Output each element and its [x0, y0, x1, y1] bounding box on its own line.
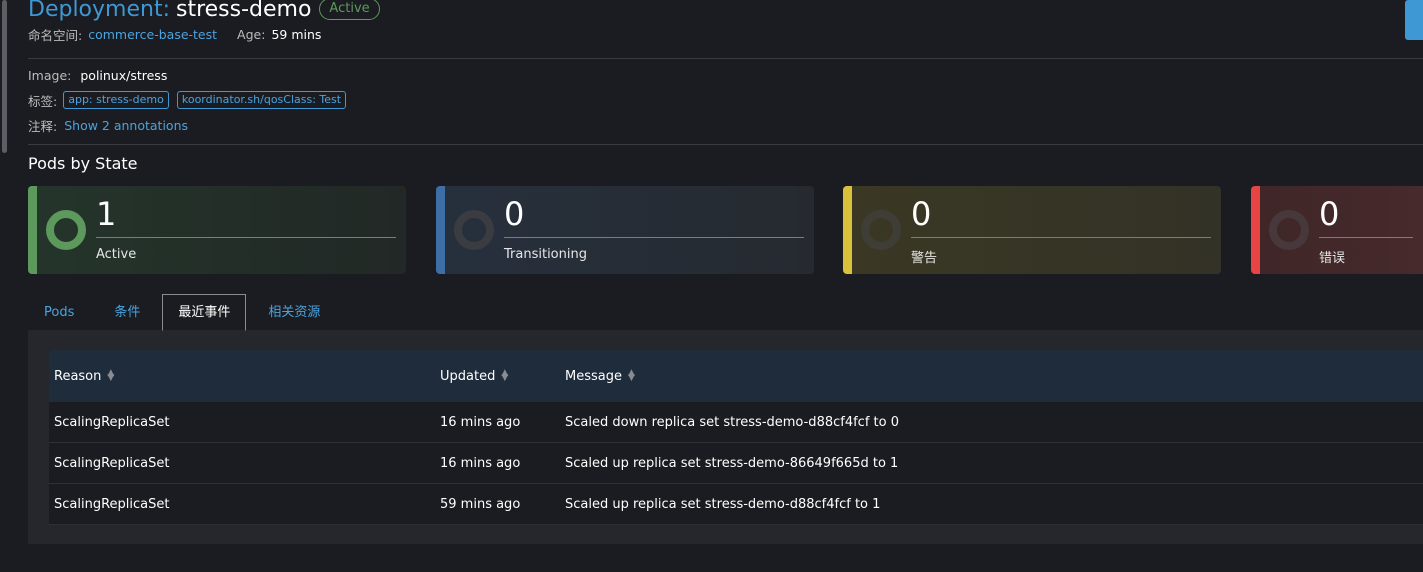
- image-value: polinux/stress: [80, 67, 168, 83]
- header-action-button[interactable]: [1405, 0, 1423, 40]
- show-annotations-link[interactable]: Show 2 annotations: [64, 118, 188, 133]
- column-updated[interactable]: Updated ▲ ▼: [440, 369, 565, 384]
- state-divider: [1319, 237, 1413, 238]
- events-table: Reason ▲ ▼ Updated ▲ ▼ Message ▲ ▼ ScalingRepl…: [49, 350, 1423, 525]
- column-reason[interactable]: Reason ▲ ▼: [49, 369, 440, 384]
- state-card-transitioning[interactable]: 0 Transitioning: [436, 186, 814, 274]
- state-divider: [911, 237, 1211, 238]
- state-count: 0: [504, 195, 525, 233]
- cell-updated: 16 mins ago: [440, 414, 521, 430]
- resource-meta: 命名空间: commerce-base-test Age: 59 mins: [28, 25, 321, 44]
- state-label: Active: [96, 247, 137, 262]
- page-title: Deployment: stress-demo Active: [28, 0, 380, 24]
- state-count: 1: [96, 195, 117, 233]
- status-badge: Active: [319, 0, 380, 20]
- tab-conditions[interactable]: 条件: [98, 294, 156, 331]
- cell-reason: ScalingReplicaSet: [54, 414, 170, 430]
- state-count: 0: [911, 195, 932, 233]
- circle-icon: [1269, 210, 1309, 250]
- sort-icon: ▲ ▼: [107, 368, 115, 383]
- image-label: Image:: [28, 67, 72, 83]
- labels-row: 标签: app: stress-demo koordinator.sh/qosC…: [28, 90, 354, 110]
- resource-name: stress-demo: [175, 0, 312, 22]
- circle-icon: [454, 210, 494, 250]
- state-label: Transitioning: [504, 247, 587, 262]
- state-stripe: [843, 186, 852, 274]
- namespace-link[interactable]: commerce-base-test: [88, 27, 217, 42]
- sort-icon: ▲ ▼: [627, 368, 635, 383]
- cell-reason: ScalingReplicaSet: [54, 455, 170, 471]
- age-label: Age:: [237, 27, 266, 42]
- scrollbar-thumb[interactable]: [2, 0, 7, 153]
- resource-kind: Deployment:: [28, 0, 170, 22]
- namespace-label: 命名空间:: [28, 28, 83, 43]
- page-scrollbar[interactable]: [0, 0, 9, 572]
- sort-icon: ▲ ▼: [501, 368, 509, 383]
- tab-related-resources[interactable]: 相关资源: [252, 294, 336, 331]
- table-header: Reason ▲ ▼ Updated ▲ ▼ Message ▲ ▼: [49, 350, 1423, 402]
- state-divider: [96, 237, 396, 238]
- state-stripe: [28, 186, 37, 274]
- cell-reason: ScalingReplicaSet: [54, 496, 170, 512]
- resource-tabs: Pods 条件 最近事件 相关资源: [28, 294, 336, 331]
- column-label: Reason: [54, 368, 102, 384]
- state-card-warning[interactable]: 0 警告: [843, 186, 1221, 274]
- pods-by-state-title: Pods by State: [28, 154, 138, 173]
- label-tag: app: stress-demo: [63, 91, 169, 109]
- column-label: Message: [565, 368, 622, 384]
- circle-icon: [46, 210, 86, 250]
- state-label: 警告: [911, 251, 938, 266]
- cell-message: Scaled up replica set stress-demo-d88cf4…: [565, 496, 881, 512]
- image-row: Image: polinux/stress: [28, 66, 167, 84]
- column-message[interactable]: Message ▲ ▼: [565, 369, 1423, 384]
- cell-updated: 16 mins ago: [440, 455, 521, 471]
- state-count: 0: [1319, 195, 1340, 233]
- cell-message: Scaled down replica set stress-demo-d88c…: [565, 414, 899, 430]
- table-row: ScalingReplicaSet 59 mins ago Scaled up …: [49, 484, 1423, 525]
- table-row: ScalingReplicaSet 16 mins ago Scaled dow…: [49, 402, 1423, 443]
- labels-label: 标签:: [28, 93, 58, 109]
- details-divider: [28, 144, 1423, 145]
- age-value: 59 mins: [271, 27, 322, 42]
- annotations-label: 注释:: [28, 118, 58, 134]
- annotations-row: 注释: Show 2 annotations: [28, 116, 188, 134]
- state-label: 错误: [1319, 251, 1346, 266]
- tab-recent-events[interactable]: 最近事件: [162, 294, 247, 331]
- tab-pods[interactable]: Pods: [28, 294, 90, 331]
- column-label: Updated: [440, 368, 496, 384]
- state-card-error[interactable]: 0 错误: [1251, 186, 1423, 274]
- label-tag: koordinator.sh/qosClass: Test: [176, 91, 347, 109]
- table-row: ScalingReplicaSet 16 mins ago Scaled up …: [49, 443, 1423, 484]
- cell-message: Scaled up replica set stress-demo-86649f…: [565, 455, 899, 471]
- state-divider: [504, 237, 804, 238]
- circle-icon: [861, 210, 901, 250]
- state-stripe: [436, 186, 445, 274]
- state-stripe: [1251, 186, 1260, 274]
- state-card-active[interactable]: 1 Active: [28, 186, 406, 274]
- header-divider: [28, 58, 1423, 59]
- cell-updated: 59 mins ago: [440, 496, 521, 512]
